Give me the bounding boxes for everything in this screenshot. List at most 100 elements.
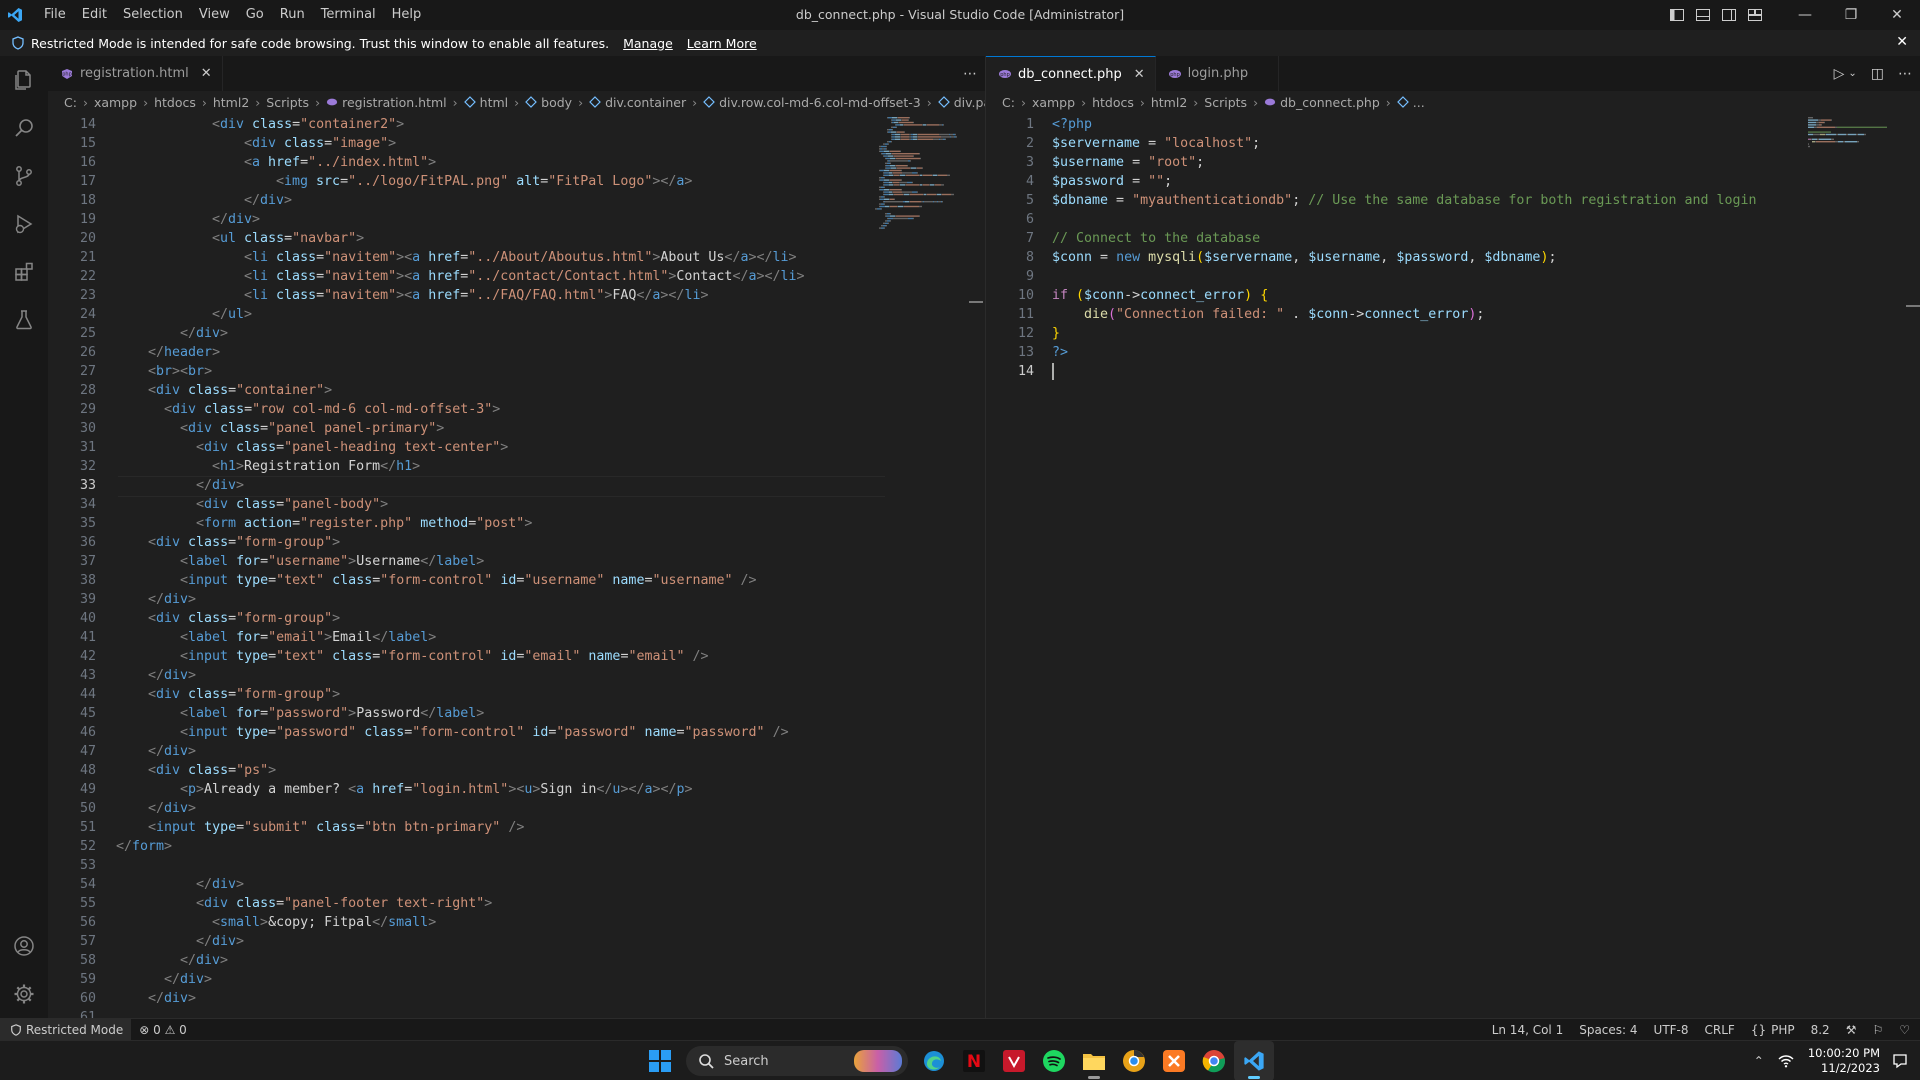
code-line[interactable]: 19 </div>: [48, 210, 985, 229]
end-of-line[interactable]: CRLF: [1697, 1023, 1743, 1037]
explorer-icon[interactable]: [0, 56, 48, 104]
cursor-position[interactable]: Ln 14, Col 1: [1484, 1023, 1572, 1037]
code-line[interactable]: 45 <label for="password">Password</label>: [48, 704, 985, 723]
chrome-canary-icon[interactable]: [1114, 1041, 1154, 1080]
code-line[interactable]: 21 <li class="navitem"><a href="../About/…: [48, 248, 985, 267]
indentation[interactable]: Spaces: 4: [1571, 1023, 1645, 1037]
menu-go[interactable]: Go: [238, 0, 272, 30]
problems-status[interactable]: ⊗ 0 ⚠ 0: [131, 1023, 195, 1037]
close-banner-icon[interactable]: ✕: [1896, 34, 1908, 50]
vivaldi-icon[interactable]: [994, 1041, 1034, 1080]
code-line[interactable]: 57 </div>: [48, 932, 985, 951]
code-line[interactable]: 15 <div class="image">: [48, 134, 985, 153]
run-debug-icon[interactable]: [0, 200, 48, 248]
scrollbar-left[interactable]: [969, 301, 983, 303]
code-line[interactable]: 28 <div class="container">: [48, 381, 985, 400]
code-line[interactable]: 47 </div>: [48, 742, 985, 761]
breadcrumb-item[interactable]: html: [463, 95, 508, 110]
taskbar-search[interactable]: Search: [686, 1046, 908, 1076]
chrome-icon[interactable]: [1194, 1041, 1234, 1080]
code-line[interactable]: 6: [986, 210, 1920, 229]
code-line[interactable]: 54 </div>: [48, 875, 985, 894]
code-line[interactable]: 40 <div class="form-group">: [48, 609, 985, 628]
clock[interactable]: 10:00:20 PM 11/2/2023: [1808, 1046, 1880, 1076]
feedback-icon[interactable]: ⚐: [1864, 1023, 1891, 1037]
breadcrumb-item[interactable]: html2: [1151, 95, 1187, 110]
menu-terminal[interactable]: Terminal: [313, 0, 384, 30]
code-line[interactable]: 14 <div class="container2">: [48, 115, 985, 134]
menu-help[interactable]: Help: [384, 0, 430, 30]
tools-icon[interactable]: ⚒: [1838, 1023, 1865, 1037]
code-line[interactable]: 27 <br><br>: [48, 362, 985, 381]
breadcrumb-item[interactable]: C:: [1002, 95, 1015, 110]
close-tab-icon[interactable]: ✕: [201, 66, 212, 81]
code-line[interactable]: 29 <div class="row col-md-6 col-md-offset…: [48, 400, 985, 419]
tab-registration-html[interactable]: php registration.html ✕: [48, 56, 223, 91]
tab-login-php[interactable]: php login.php: [1155, 56, 1280, 91]
language-mode[interactable]: {} PHP: [1743, 1023, 1803, 1037]
code-line[interactable]: 36 <div class="form-group">: [48, 533, 985, 552]
code-line[interactable]: 30 <div class="panel panel-primary">: [48, 419, 985, 438]
code-editor-left[interactable]: 14 <div class="container2"> 15 <div class="…: [48, 115, 985, 1018]
code-line[interactable]: 48 <div class="ps">: [48, 761, 985, 780]
notification-center-icon[interactable]: [1892, 1053, 1908, 1069]
menu-view[interactable]: View: [191, 0, 238, 30]
code-line[interactable]: 8 $conn = new mysqli($servername, $userna…: [986, 248, 1920, 267]
code-line[interactable]: 39 </div>: [48, 590, 985, 609]
code-line[interactable]: 46 <input type="password" class="form-con…: [48, 723, 985, 742]
code-line[interactable]: 38 <input type="text" class="form-control…: [48, 571, 985, 590]
code-line[interactable]: 26 </header>: [48, 343, 985, 362]
wifi-icon[interactable]: [1778, 1054, 1794, 1068]
search-icon[interactable]: [0, 104, 48, 152]
code-line[interactable]: 18 </div>: [48, 191, 985, 210]
scrollbar-right[interactable]: [1906, 305, 1920, 307]
menu-selection[interactable]: Selection: [115, 0, 191, 30]
code-line[interactable]: 9: [986, 267, 1920, 286]
breadcrumb-item[interactable]: registration.html: [326, 95, 447, 110]
breadcrumb-item[interactable]: Scripts: [1204, 95, 1247, 110]
code-line[interactable]: 25 </div>: [48, 324, 985, 343]
code-line[interactable]: 7 // Connect to the database: [986, 229, 1920, 248]
minimap-left[interactable]: [873, 115, 963, 255]
breadcrumb-item[interactable]: div.row.col-md-6.col-md-offset-3: [703, 95, 921, 110]
customize-layout-icon[interactable]: [1742, 0, 1768, 30]
toggle-primary-sidebar-icon[interactable]: [1664, 0, 1690, 30]
accounts-icon[interactable]: [0, 922, 48, 970]
code-line[interactable]: 22 <li class="navitem"><a href="../contac…: [48, 267, 985, 286]
code-line[interactable]: 32 <h1>Registration Form</h1>: [48, 457, 985, 476]
code-line[interactable]: 53: [48, 856, 985, 875]
code-line[interactable]: 23 <li class="navitem"><a href="../FAQ/FA…: [48, 286, 985, 305]
close-tab-icon[interactable]: ✕: [1134, 67, 1145, 82]
split-editor-icon[interactable]: ◫: [1871, 66, 1884, 82]
code-line[interactable]: 49 <p>Already a member? <a href="login.ht…: [48, 780, 985, 799]
minimap-right[interactable]: [1806, 115, 1896, 255]
code-editor-right[interactable]: 1 <?php 2 $servername = "localhost"; 3 $usern…: [986, 115, 1920, 1018]
code-line[interactable]: 43 </div>: [48, 666, 985, 685]
code-line[interactable]: 24 </ul>: [48, 305, 985, 324]
code-line[interactable]: 14: [986, 362, 1920, 381]
code-line[interactable]: 3 $username = "root";: [986, 153, 1920, 172]
learn-more-link[interactable]: Learn More: [687, 36, 757, 51]
breadcrumb-item[interactable]: htdocs: [1092, 95, 1134, 110]
edge-icon[interactable]: [914, 1041, 954, 1080]
more-actions-icon[interactable]: ⋯: [963, 66, 977, 82]
breadcrumb-item[interactable]: body: [525, 95, 572, 110]
xampp-icon[interactable]: [1154, 1041, 1194, 1080]
code-line[interactable]: 4 $password = "";: [986, 172, 1920, 191]
restricted-mode-status[interactable]: Restricted Mode: [0, 1018, 132, 1041]
file-explorer-icon[interactable]: [1074, 1041, 1114, 1080]
breadcrumb-item[interactable]: Scripts: [266, 95, 309, 110]
code-line[interactable]: 5 $dbname = "myauthenticationdb"; // Use …: [986, 191, 1920, 210]
code-line[interactable]: 58 </div>: [48, 951, 985, 970]
more-actions-icon[interactable]: ⋯: [1898, 66, 1912, 82]
php-version[interactable]: 8.2: [1803, 1023, 1838, 1037]
code-line[interactable]: 42 <input type="text" class="form-control…: [48, 647, 985, 666]
breadcrumb-item[interactable]: htdocs: [154, 95, 196, 110]
code-line[interactable]: 20 <ul class="navbar">: [48, 229, 985, 248]
code-line[interactable]: 51 <input type="submit" class="btn btn-pr…: [48, 818, 985, 837]
code-line[interactable]: 17 <img src="../logo/FitPAL.png" alt="Fit…: [48, 172, 985, 191]
notifications-bell-icon[interactable]: ♡: [1891, 1023, 1920, 1037]
tab-db-connect-php[interactable]: php db_connect.php ✕: [986, 56, 1156, 91]
code-line[interactable]: 44 <div class="form-group">: [48, 685, 985, 704]
code-line[interactable]: 56 <small>&copy; Fitpal</small>: [48, 913, 985, 932]
